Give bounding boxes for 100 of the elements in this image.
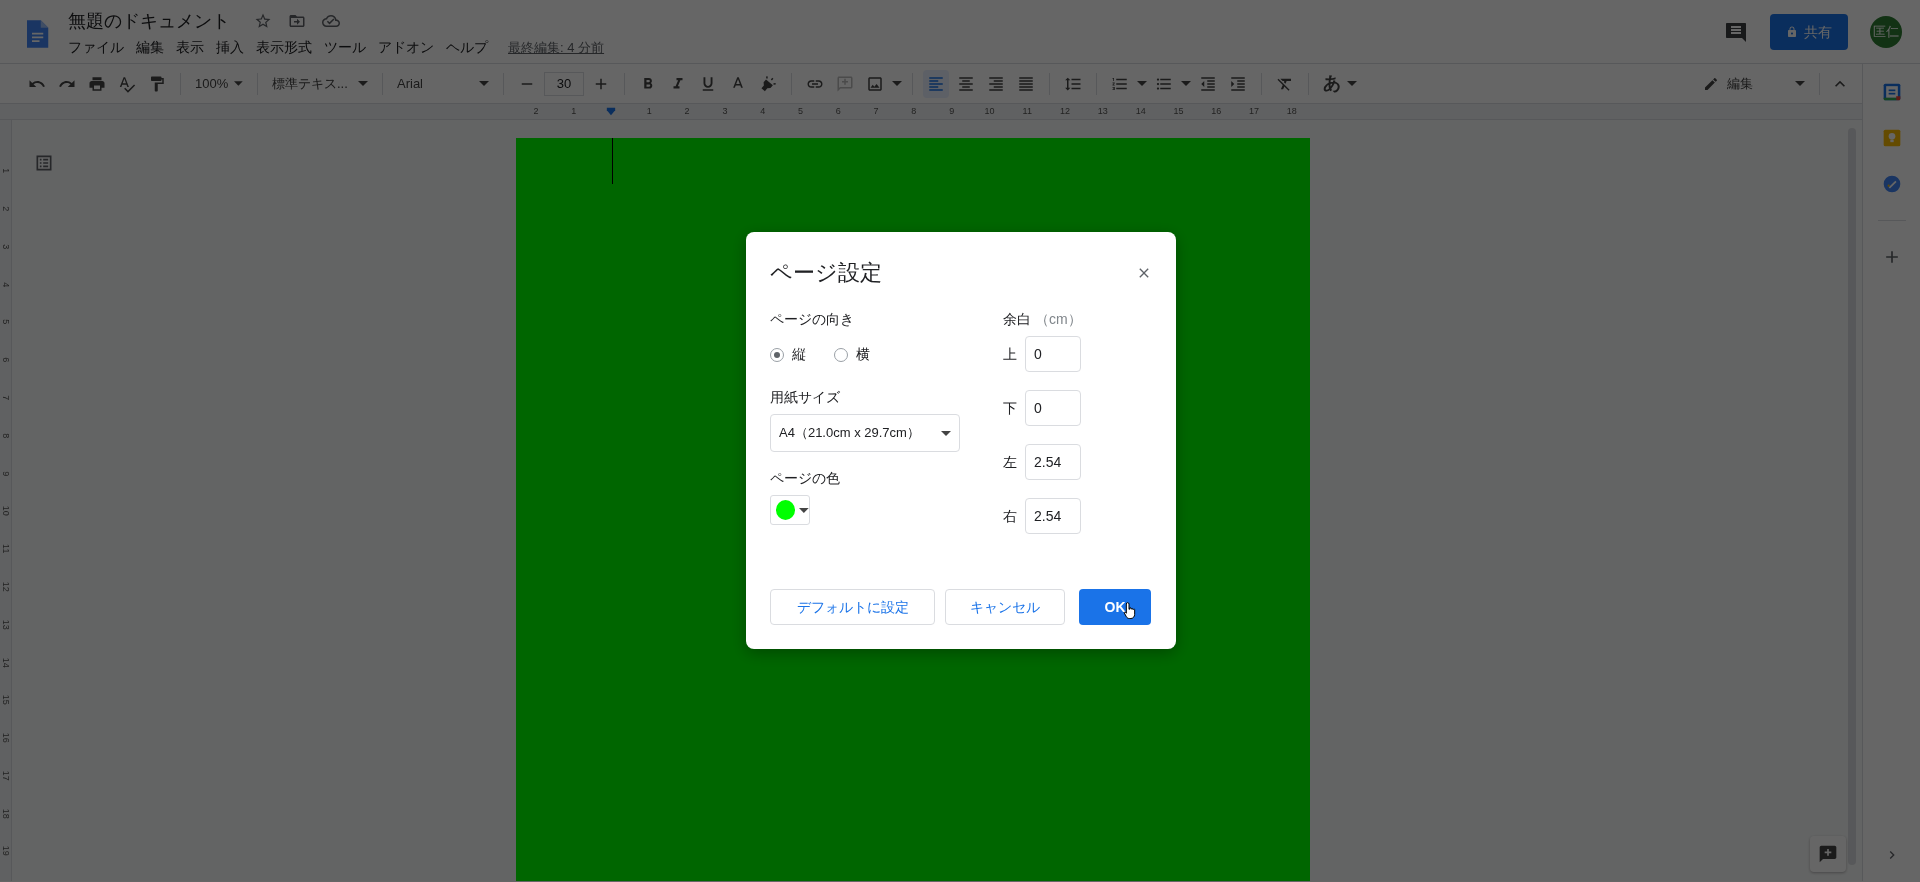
lightbulb-icon[interactable] [1881,128,1902,148]
ruler-number: 10 [0,506,13,517]
justify-icon[interactable] [1017,74,1035,93]
dialog-button[interactable]: キャンセル [945,589,1065,625]
caret-icon [234,81,243,86]
ruler-number: 2 [683,105,691,118]
ruler-number: 2 [532,105,540,118]
radio-option[interactable]: 横 [834,344,870,365]
margin-field[interactable]: 0 [1025,390,1081,426]
input-tools-dropdown[interactable]: あ [1319,70,1361,97]
ruler-number: 7 [0,395,13,401]
menu-item[interactable]: 表示形式 [250,35,318,60]
ruler-number: 14 [1134,105,1147,118]
ruler-number: 19 [0,846,13,857]
section-label: ページの向き [770,310,855,329]
image-icon[interactable] [866,74,884,93]
add-comment-button[interactable] [1810,836,1846,872]
ruler-number: 1 [570,105,578,118]
section-label: 余白 （cm） [1003,310,1082,329]
caret-icon [479,81,489,86]
ruler-number: 16 [1210,105,1223,118]
field-label: 右 [1003,506,1017,526]
ruler-number: 14 [0,657,13,668]
decrease-indent-icon[interactable] [1199,74,1217,93]
margin-field[interactable]: 2.54 [1025,444,1081,480]
ruler-number: 17 [1248,105,1261,118]
align-right-icon[interactable] [987,74,1005,93]
align-left-button[interactable] [923,69,949,98]
ruler-number: 15 [1172,105,1185,118]
dialog-button[interactable]: デフォルトに設定 [770,589,935,625]
speech-bubble-plus-icon [1818,844,1838,864]
caret-icon [358,81,368,86]
ruler-number: 1 [645,105,653,118]
ruler-number: 2 [0,206,13,212]
increase-indent-icon[interactable] [1229,74,1247,93]
avatar[interactable]: 匡仁 [1870,16,1902,48]
caret-icon [799,507,809,513]
editing-mode-dropdown[interactable]: 編集 [1699,73,1809,94]
zoom-dropdown[interactable]: 100% [191,73,247,94]
field-label: 左 [1003,452,1017,472]
spellcheck-icon[interactable] [118,74,136,93]
ruler-number: 13 [0,619,13,630]
style-dropdown[interactable]: 標準テキス... [268,73,372,94]
margin-field[interactable]: 0 [1025,336,1081,372]
font-size-field[interactable]: 30 [544,71,584,96]
caret-icon [1347,81,1357,86]
ruler-number: 7 [872,105,880,118]
ruler-number: 12 [0,581,13,592]
section-label: 用紙サイズ [770,388,841,407]
paper-size-select[interactable]: A4（21.0cm x 29.7cm） [770,414,960,452]
caret-icon[interactable] [1137,81,1147,86]
menu-item[interactable]: 編集 [130,35,170,60]
folder-icon[interactable] [288,12,306,30]
field-label: 上 [1003,344,1017,364]
ruler-number: 18 [1285,105,1298,118]
radio-option[interactable]: 縦 [770,344,806,365]
ruler-number: 17 [0,770,13,781]
menu-item[interactable]: ヘルプ [440,35,494,60]
share-button[interactable]: 共有 [1770,14,1848,50]
comment-icon[interactable] [1724,20,1748,44]
paint-roller-icon[interactable] [148,74,166,93]
cloud-check-icon[interactable] [322,12,340,30]
ruler-number: 16 [0,732,13,743]
ruler-number: 1 [0,168,13,174]
caret-icon[interactable] [892,81,902,86]
menu-item[interactable]: 挿入 [210,35,250,60]
document-title[interactable]: 無題のドキュメント [68,10,230,32]
checkmark-circle-icon[interactable] [1881,174,1902,194]
margin-field[interactable]: 2.54 [1025,498,1081,534]
caret-icon [941,430,951,436]
section-label: ページの色 [770,469,841,488]
menu-item[interactable]: ツール [318,35,372,60]
align-center-icon[interactable] [957,74,975,93]
ruler-number: 5 [796,105,804,118]
ruler-number: 4 [759,105,767,118]
ok-button[interactable]: OK [1079,589,1151,625]
ruler-number: 12 [1059,105,1072,118]
ruler-number: 4 [0,281,13,287]
caret-icon[interactable] [1181,81,1191,86]
ruler-number: 11 [1021,105,1033,118]
indent-marker-icon[interactable] [605,106,618,117]
highlighter-icon[interactable] [759,74,777,93]
add-comment-icon[interactable] [836,74,854,93]
ruler-number: 3 [0,244,13,249]
field-label: 下 [1003,398,1017,418]
align-left-icon[interactable] [927,74,945,93]
dialog-title: ページ設定 [770,259,882,287]
print-icon[interactable] [88,74,106,93]
ruler-number: 11 [0,544,13,554]
pencil-icon [1703,75,1719,92]
ruler-number: 10 [983,105,996,118]
font-dropdown[interactable]: Arial [393,73,493,94]
last-edit-link[interactable]: 最終編集: 4 分前 [508,37,605,58]
menu-item[interactable]: 表示 [170,35,210,60]
menu-item[interactable]: アドオン [372,35,440,60]
calendar-icon[interactable] [1881,82,1902,102]
color-picker-button[interactable] [770,495,810,525]
menu-item[interactable]: ファイル [62,35,130,60]
star-icon[interactable] [254,12,272,30]
ruler-number: 15 [0,695,13,706]
